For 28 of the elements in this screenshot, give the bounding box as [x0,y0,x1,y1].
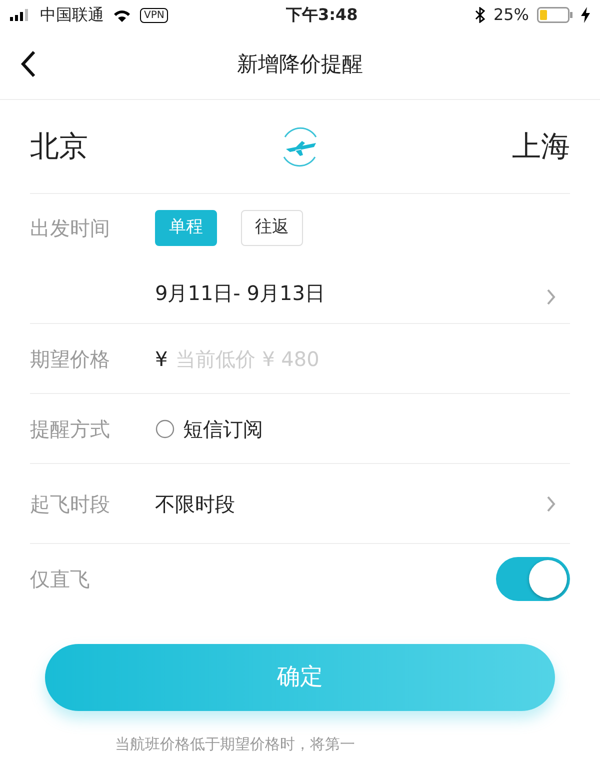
battery-icon [537,7,573,23]
page-title: 新增降价提醒 [237,50,363,78]
chevron-right-icon [546,494,556,512]
carrier-name: 中国联通 [40,4,104,26]
vpn-badge: VPN [140,8,168,22]
chevron-right-icon [546,288,556,306]
field-label: 提醒方式 [30,416,111,442]
field-label: 出发时间 [30,215,111,242]
wifi-icon [112,8,132,22]
time-slot-value[interactable]: 不限时段 [155,488,546,518]
bluetooth-icon [475,7,486,23]
back-button[interactable] [20,50,36,78]
charging-icon [581,7,590,23]
trip-type-tab[interactable]: 往返 [241,210,303,246]
battery-percent: 25% [493,4,529,26]
hint-text: 当航班价格低于期望价格时，将第一 [115,734,356,755]
status-time: 下午3:48 [286,4,358,26]
field-label: 起飞时段 [30,490,111,518]
currency-symbol: ¥ [155,346,168,372]
arrival-city[interactable]: 上海 [512,124,570,168]
field-label: 仅直飞 [30,566,91,593]
date-range[interactable]: 9月11日- 9月13日 [155,278,546,308]
departure-city[interactable]: 北京 [30,124,88,168]
field-label: 期望价格 [30,346,111,372]
radio-button[interactable] [155,418,175,438]
option-label: 短信订阅 [183,416,263,442]
back-icon [20,50,36,78]
direct-only-toggle[interactable] [496,557,570,601]
